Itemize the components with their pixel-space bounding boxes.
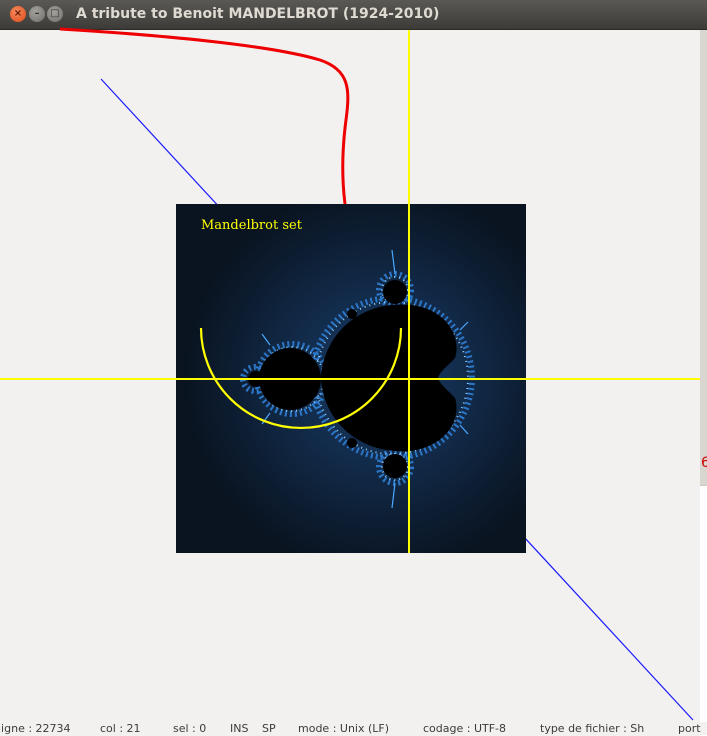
mandelbrot-figure: Mandelbrot set xyxy=(0,27,700,721)
figure-label: Mandelbrot set xyxy=(201,218,303,233)
red-curve xyxy=(59,27,350,205)
